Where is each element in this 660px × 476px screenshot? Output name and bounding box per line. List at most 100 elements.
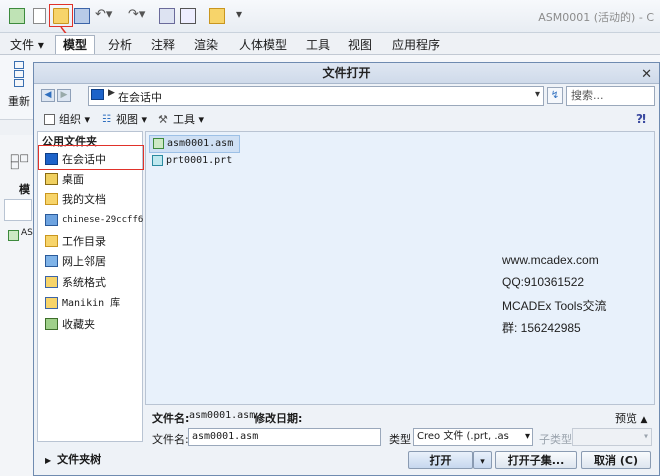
open-subset-button[interactable]: 打开子集... bbox=[495, 451, 577, 469]
manikin-library-icon bbox=[45, 297, 58, 309]
cancel-label: 取消 (C) bbox=[594, 454, 638, 467]
dialog-title: 文件打开 bbox=[322, 66, 371, 80]
tree-filter-input[interactable] bbox=[4, 199, 32, 221]
ribbon-small-icon[interactable] bbox=[14, 70, 24, 78]
tools-button[interactable]: 工具 ▾ bbox=[173, 112, 204, 128]
in-session-highlight bbox=[38, 145, 144, 170]
sidebar-item-working-directory[interactable]: 工作目录 bbox=[41, 232, 139, 251]
watermark-line: 群: 156242985 bbox=[502, 321, 581, 335]
cancel-button[interactable]: 取消 (C) bbox=[581, 451, 651, 469]
dialog-button-row: 打开 ▾ 打开子集... 取消 (C) bbox=[145, 450, 655, 472]
file-name: prt0001.prt bbox=[166, 155, 233, 166]
open-dropdown-button[interactable]: ▾ bbox=[473, 451, 492, 469]
dialog-title-bar[interactable]: 文件打开 ✕ bbox=[34, 63, 659, 84]
customize-qat-icon[interactable]: ▾ bbox=[236, 7, 242, 21]
tab-manikin[interactable]: 人体模型 bbox=[231, 35, 295, 54]
dialog-toolbar: 组织 ▾ ☷ 视图 ▾ ⚒ 工具 ▾ ⁈ bbox=[38, 109, 655, 131]
tab-render[interactable]: 渲染 bbox=[186, 35, 226, 54]
tools-label: 工具 bbox=[173, 113, 195, 126]
save-icon[interactable] bbox=[74, 8, 90, 24]
sidebar-item-label: chinese-29ccff6 bbox=[62, 215, 144, 225]
documents-icon bbox=[45, 193, 58, 205]
navigation-bar: ◀ ▶ ▶ 在会话中 ▾ ↯ 搜索... bbox=[38, 85, 655, 109]
file-list-pane[interactable]: asm0001.asm prt0001.prt www.mcadex.com Q… bbox=[145, 131, 655, 405]
ribbon-small-icon[interactable] bbox=[14, 79, 24, 87]
subtype-field-label: 子类型 bbox=[539, 433, 572, 446]
chevron-down-icon: ▾ bbox=[480, 457, 485, 467]
sidebar-item-computer[interactable]: chinese-29ccff6 bbox=[41, 211, 143, 230]
file-open-dialog: 文件打开 ✕ ◀ ▶ ▶ 在会话中 ▾ ↯ 搜索... 组织 ▾ ☷ 视图 ▾ … bbox=[33, 62, 660, 476]
filename-field-label: 文件名: bbox=[152, 433, 189, 446]
tab-file[interactable]: 文件 ▾ bbox=[2, 35, 52, 54]
views-icon: ☷ bbox=[102, 114, 111, 125]
folder-tree-toggle[interactable]: ▶ 文件夹树 bbox=[37, 450, 143, 470]
sidebar-item-desktop[interactable]: 桌面 bbox=[41, 170, 139, 189]
sidebar-item-network[interactable]: 网上邻居 bbox=[41, 252, 139, 271]
windows-icon[interactable] bbox=[180, 8, 196, 24]
part-file-icon bbox=[152, 155, 163, 166]
redo-icon[interactable]: ↷▾ bbox=[128, 7, 145, 22]
sidebar-item-label: 收藏夹 bbox=[62, 318, 95, 331]
type-field-label: 类型 bbox=[389, 433, 411, 446]
views-label: 视图 bbox=[116, 113, 138, 126]
sidebar-item-favorites[interactable]: 收藏夹 bbox=[41, 315, 139, 334]
tab-model[interactable]: 模型 bbox=[55, 35, 96, 54]
sidebar-item-label: 系统格式 bbox=[62, 276, 106, 289]
filename-input[interactable]: asm0001.asm bbox=[188, 428, 381, 446]
chevron-down-icon[interactable]: ▾ bbox=[535, 89, 540, 100]
type-select[interactable]: Creo 文件 (.prt, .as ▾ bbox=[413, 428, 533, 446]
tab-tools[interactable]: 工具 bbox=[298, 35, 338, 54]
open-button[interactable]: 打开 bbox=[408, 451, 473, 469]
desktop-icon bbox=[45, 173, 58, 185]
forward-arrow-icon[interactable]: ▶ bbox=[57, 89, 71, 102]
favorites-icon bbox=[45, 318, 58, 330]
views-button[interactable]: 视图 ▾ bbox=[116, 112, 147, 128]
folder-tree-label: 文件夹树 bbox=[57, 453, 102, 466]
preview-toggle[interactable]: 预览 ▲ bbox=[615, 410, 647, 426]
organize-icon bbox=[44, 114, 55, 125]
regenerate-icon[interactable] bbox=[159, 8, 175, 24]
regenerate-label[interactable]: 重新 bbox=[8, 93, 30, 109]
breadcrumb-path[interactable]: 在会话中 bbox=[118, 89, 162, 105]
close-icon[interactable]: ✕ bbox=[641, 65, 652, 85]
app-icon[interactable] bbox=[9, 8, 25, 24]
type-select-value: Creo 文件 (.prt, .as bbox=[417, 431, 509, 442]
model-tree-tab[interactable]: 模 bbox=[19, 181, 30, 197]
sidebar-item-system-formats[interactable]: 系统格式 bbox=[41, 273, 139, 292]
back-arrow-icon[interactable]: ◀ bbox=[41, 89, 55, 102]
tools-icon: ⚒ bbox=[158, 113, 168, 126]
tab-annotate[interactable]: 注释 bbox=[143, 35, 183, 54]
sidebar-item-my-documents[interactable]: 我的文档 bbox=[41, 190, 139, 209]
file-item[interactable]: prt0001.prt bbox=[149, 153, 238, 169]
organize-label: 组织 bbox=[59, 113, 81, 126]
watermark-line: QQ:910361522 bbox=[502, 275, 585, 289]
assembly-file-icon bbox=[153, 138, 164, 149]
new-file-icon[interactable] bbox=[33, 8, 46, 24]
ribbon-small-icon[interactable] bbox=[14, 61, 24, 69]
sidebar-item-manikin-library[interactable]: Manikin 库 bbox=[41, 294, 139, 313]
close-window-icon[interactable] bbox=[209, 8, 225, 24]
common-folders-sidebar: 公用文件夹 在会话中 桌面 我的文档 chinese-29ccff6 工作目录 … bbox=[37, 131, 143, 442]
file-name: asm0001.asm bbox=[167, 138, 234, 149]
subtype-select[interactable]: ▾ bbox=[572, 428, 652, 446]
tab-analysis[interactable]: 分析 bbox=[100, 35, 140, 54]
search-input[interactable]: 搜索... bbox=[566, 86, 655, 106]
refresh-icon[interactable]: ↯ bbox=[547, 87, 563, 104]
file-item[interactable]: asm0001.asm bbox=[149, 135, 241, 153]
help-icon[interactable]: ⁈ bbox=[636, 112, 646, 126]
organize-button[interactable]: 组织 ▾ bbox=[59, 112, 90, 128]
assembly-icon bbox=[8, 230, 19, 241]
undo-icon[interactable]: ↶▾ bbox=[95, 7, 112, 22]
path-combobox[interactable]: ▶ 在会话中 ▾ bbox=[88, 86, 544, 106]
info-filename-value: asm0001.asm bbox=[189, 410, 256, 421]
layers-icon[interactable]: □□ □ bbox=[10, 154, 29, 171]
watermark-line: www.mcadex.com bbox=[502, 253, 599, 267]
tab-applications[interactable]: 应用程序 bbox=[384, 35, 448, 54]
sidebar-item-label: 桌面 bbox=[62, 173, 84, 186]
tab-view[interactable]: 视图 bbox=[340, 35, 380, 54]
filename-type-row: 文件名: asm0001.asm 类型 Creo 文件 (.prt, .as ▾… bbox=[145, 427, 655, 449]
sidebar-item-label: 网上邻居 bbox=[62, 255, 106, 268]
sidebar-item-label: Manikin 库 bbox=[62, 298, 121, 309]
open-button-label: 打开 bbox=[429, 454, 452, 467]
file-info-bar: 文件名: asm0001.asm 修改日期: 预览 ▲ bbox=[145, 406, 655, 426]
